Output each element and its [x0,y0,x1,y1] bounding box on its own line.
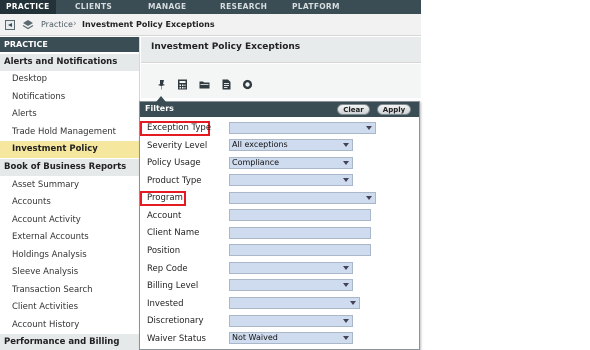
chevron-down-icon [343,266,349,270]
chevron-down-icon [366,196,372,200]
tab-manage[interactable]: MANAGE [148,0,186,14]
sidebar: PRACTICE Alerts and Notifications Deskto… [0,37,140,350]
sidebar-item-transaction-search[interactable]: Transaction Search [0,282,139,299]
chevron-down-icon [343,161,349,165]
discretionary-select[interactable] [229,315,353,327]
settings-circle-icon[interactable] [242,79,253,90]
sidebar-section-alerts[interactable]: Alerts and Notifications [0,54,139,71]
waiver-status-select[interactable]: Not Waived [229,332,353,344]
discretionary-label: Discretionary [147,316,204,326]
apply-button[interactable]: Apply [377,104,411,115]
severity-level-value: All exceptions [232,140,288,149]
layers-icon[interactable] [22,19,34,31]
sidebar-header: PRACTICE [0,37,139,52]
account-label: Account [147,211,182,221]
client-name-input[interactable] [229,227,371,239]
severity-level-label: Severity Level [147,141,208,151]
sidebar-section-performance-billing[interactable]: Performance and Billing [0,334,139,350]
sidebar-item-asset-summary[interactable]: Asset Summary [0,177,139,194]
product-type-select[interactable] [229,174,353,186]
program-label: Program [147,193,183,203]
collapse-nav-icon[interactable] [5,20,15,30]
tab-clients[interactable]: CLIENTS [75,0,112,14]
position-input[interactable] [229,244,371,256]
rep-code-label: Rep Code [147,264,188,274]
tab-practice[interactable]: PRACTICE [0,0,56,14]
page-header: Investment Policy Exceptions [141,37,421,63]
chevron-down-icon [343,283,349,287]
folder-icon[interactable] [199,79,210,90]
client-name-label: Client Name [147,228,200,238]
toolbar [141,64,421,98]
sidebar-item-investment-policy-exceptions[interactable]: Investment Policy Exceptions [0,141,139,171]
billing-level-select[interactable] [229,279,353,291]
sidebar-item-desktop[interactable]: Desktop [0,71,139,88]
chevron-down-icon [366,126,372,130]
document-icon[interactable] [221,79,232,90]
rep-code-select[interactable] [229,262,353,274]
chevron-down-icon [350,301,356,305]
tab-research[interactable]: RESEARCH [220,0,267,14]
sidebar-item-account-activity[interactable]: Account Activity [0,212,139,229]
waiver-status-value: Not Waived [232,333,278,342]
chevron-down-icon [343,178,349,182]
tab-platform[interactable]: PLATFORM [292,0,340,14]
billing-level-label: Billing Level [147,281,199,291]
policy-usage-label: Policy Usage [147,158,201,168]
position-label: Position [147,246,181,256]
pin-icon[interactable] [156,79,167,90]
sidebar-item-sleeve-analysis[interactable]: Sleeve Analysis [0,264,139,281]
filters-title: Filters [145,104,174,113]
sidebar-item-trade-hold[interactable]: Trade Hold Management [0,124,139,141]
sidebar-item-client-activities[interactable]: Client Activities [0,299,139,316]
filters-header: Filters Clear Apply [140,102,419,117]
policy-usage-value: Compliance [232,158,280,167]
calculator-icon[interactable] [177,79,188,90]
program-select[interactable] [229,192,376,204]
chevron-down-icon [343,143,349,147]
product-type-label: Product Type [147,176,202,186]
invested-label: Invested [147,299,184,309]
filters-panel: Filters Clear Apply Exception Type Sever… [139,96,420,350]
breadcrumb-practice[interactable]: Practice [41,20,73,29]
policy-usage-select[interactable]: Compliance [229,157,353,169]
sidebar-item-account-history[interactable]: Account History [0,317,139,334]
sidebar-item-external-accounts[interactable]: External Accounts [0,229,139,246]
exception-type-label: Exception Type [147,123,212,133]
breadcrumb-current: Investment Policy Exceptions [82,20,215,29]
chevron-down-icon [343,319,349,323]
sidebar-item-holdings-analysis[interactable]: Holdings Analysis [0,247,139,264]
breadcrumb: Practice › Investment Policy Exceptions [0,14,421,36]
severity-level-select[interactable]: All exceptions [229,139,353,151]
sidebar-item-alerts[interactable]: Alerts [0,106,139,123]
breadcrumb-separator: › [73,19,77,29]
chevron-down-icon [343,336,349,340]
exception-type-select[interactable] [229,122,376,134]
clear-button[interactable]: Clear [337,104,370,115]
waiver-status-label: Waiver Status [147,334,206,344]
top-nav: PRACTICE CLIENTS MANAGE RESEARCH PLATFOR… [0,0,421,14]
sidebar-item-accounts[interactable]: Accounts [0,194,139,211]
sidebar-section-book-of-business[interactable]: Book of Business Reports [0,159,139,176]
page-title: Investment Policy Exceptions [151,42,301,52]
sidebar-item-notifications[interactable]: Notifications [0,89,139,106]
account-input[interactable] [229,209,371,221]
invested-select[interactable] [229,297,360,309]
